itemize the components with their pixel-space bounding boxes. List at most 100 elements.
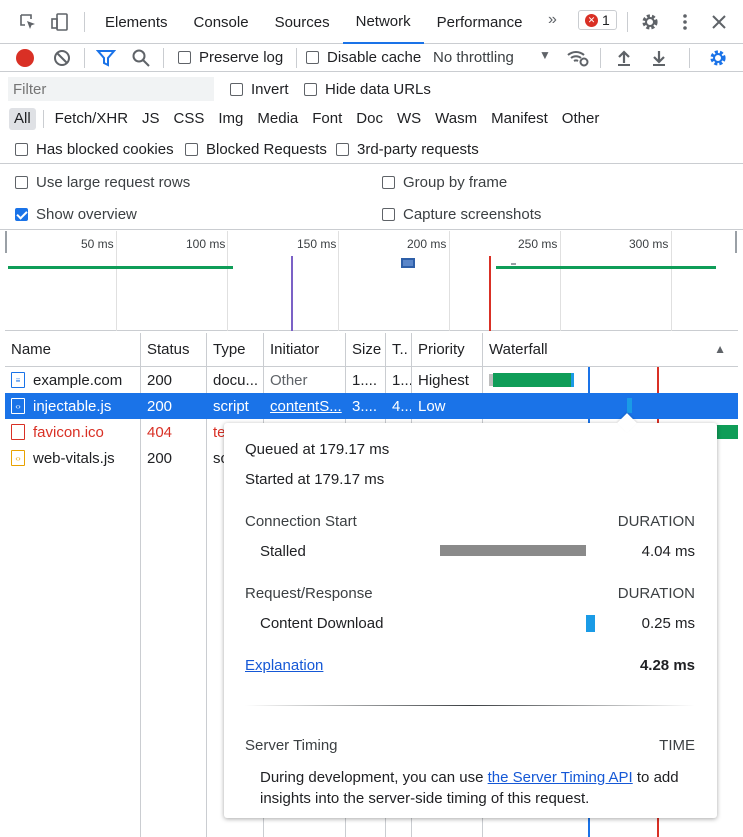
tab-network[interactable]: Network bbox=[342, 0, 424, 44]
checkbox[interactable] bbox=[15, 143, 28, 156]
separator bbox=[42, 110, 44, 128]
type-filter-font[interactable]: Font bbox=[307, 108, 347, 130]
explanation-link[interactable]: Explanation bbox=[245, 657, 323, 674]
tick-label: 300 ms bbox=[629, 237, 669, 251]
invert-checkbox[interactable]: Invert bbox=[230, 81, 289, 98]
type-filter-wasm[interactable]: Wasm bbox=[430, 108, 482, 130]
tab-elements[interactable]: Elements bbox=[92, 0, 181, 44]
started-at: Started at 179.17 ms bbox=[245, 471, 385, 488]
initiator-link[interactable]: contentS... bbox=[264, 393, 345, 419]
column-header-name[interactable]: Name bbox=[5, 333, 141, 367]
group-by-frame-checkbox[interactable]: Group by frame bbox=[382, 174, 507, 191]
checkbox-checked[interactable] bbox=[15, 208, 28, 221]
network-settings-gear-icon[interactable] bbox=[708, 48, 728, 72]
content-download-duration: 0.25 ms bbox=[641, 615, 695, 632]
initiator-cell: Other bbox=[270, 371, 308, 389]
settings-gear-icon[interactable] bbox=[636, 8, 664, 36]
type-filter-all[interactable]: All bbox=[9, 108, 36, 130]
checkbox[interactable] bbox=[178, 51, 191, 64]
throttling-select[interactable]: No throttling bbox=[433, 49, 514, 66]
type-filter-js[interactable]: JS bbox=[137, 108, 165, 130]
type-filter-fetch-xhr[interactable]: Fetch/XHR bbox=[50, 108, 133, 130]
type-filter-ws[interactable]: WS bbox=[392, 108, 426, 130]
error-count-badge[interactable]: ✕ 1 bbox=[578, 10, 617, 30]
large-rows-checkbox[interactable]: Use large request rows bbox=[15, 174, 190, 191]
column-header-initiator[interactable]: Initiator bbox=[264, 333, 346, 367]
overview-right-handle[interactable] bbox=[735, 231, 737, 253]
has-blocked-cookies-checkbox[interactable]: Has blocked cookies bbox=[15, 141, 174, 158]
type-filter-doc[interactable]: Doc bbox=[351, 108, 388, 130]
column-header-waterfall[interactable]: Waterfall ▲ bbox=[483, 333, 738, 367]
checkbox[interactable] bbox=[304, 83, 317, 96]
name-cell[interactable]: favicon.ico bbox=[5, 419, 140, 445]
more-options-icon[interactable] bbox=[671, 8, 699, 36]
column-header-type[interactable]: Type bbox=[207, 333, 264, 367]
inspect-element-icon[interactable] bbox=[14, 8, 42, 36]
filter-input[interactable] bbox=[8, 77, 214, 101]
load-event-line bbox=[489, 256, 491, 331]
chevron-down-icon[interactable]: ▼ bbox=[539, 48, 551, 62]
name-cell[interactable]: ≡ example.com bbox=[5, 367, 140, 393]
table-row[interactable]: ≡ example.com 200 docu... Other 1.... 1.… bbox=[5, 367, 738, 393]
column-header-size[interactable]: Size bbox=[346, 333, 386, 367]
separator bbox=[627, 12, 628, 32]
type-filter-media[interactable]: Media bbox=[252, 108, 303, 130]
network-conditions-icon[interactable] bbox=[566, 47, 590, 73]
clear-icon[interactable] bbox=[52, 48, 72, 72]
blocked-requests-checkbox[interactable]: Blocked Requests bbox=[185, 141, 327, 158]
server-timing-text: to add bbox=[632, 769, 679, 786]
column-header-priority[interactable]: Priority bbox=[412, 333, 483, 367]
preserve-log-checkbox[interactable]: Preserve log bbox=[178, 49, 283, 66]
export-har-icon[interactable] bbox=[649, 48, 669, 72]
content-download-label: Content Download bbox=[260, 615, 384, 632]
checkbox[interactable] bbox=[306, 51, 319, 64]
hide-data-urls-checkbox[interactable]: Hide data URLs bbox=[304, 81, 431, 98]
checkbox[interactable] bbox=[336, 143, 349, 156]
duration-heading: DURATION bbox=[617, 585, 695, 602]
capture-screenshots-checkbox[interactable]: Capture screenshots bbox=[382, 206, 541, 223]
stalled-bar bbox=[440, 545, 586, 556]
search-icon[interactable] bbox=[131, 48, 151, 72]
large-rows-label: Use large request rows bbox=[36, 174, 191, 191]
tab-performance[interactable]: Performance bbox=[424, 0, 536, 44]
network-overview[interactable]: 50 ms 100 ms 150 ms 200 ms 250 ms 300 ms bbox=[5, 231, 738, 331]
server-timing-api-link[interactable]: the Server Timing API bbox=[488, 769, 633, 786]
overview-left-handle[interactable] bbox=[5, 231, 7, 253]
grid-line bbox=[449, 231, 450, 331]
filter-icon[interactable] bbox=[95, 48, 117, 72]
third-party-requests-label: 3rd-party requests bbox=[357, 141, 479, 158]
name-cell[interactable]: ‹› web-vitals.js bbox=[5, 445, 140, 471]
dom-content-loaded-line bbox=[291, 256, 293, 331]
column-header-time[interactable]: T.. bbox=[386, 333, 412, 367]
document-file-icon: ≡ bbox=[11, 372, 25, 388]
import-har-icon[interactable] bbox=[614, 48, 634, 72]
waterfall-header-label: Waterfall bbox=[489, 341, 548, 358]
disable-cache-checkbox[interactable]: Disable cache bbox=[306, 49, 421, 66]
blocked-requests-label: Blocked Requests bbox=[206, 141, 327, 158]
tab-sources[interactable]: Sources bbox=[262, 0, 343, 44]
type-filter-css[interactable]: CSS bbox=[169, 108, 210, 130]
type-filter-other[interactable]: Other bbox=[557, 108, 605, 130]
show-overview-checkbox[interactable]: Show overview bbox=[15, 206, 137, 223]
type-filter-manifest[interactable]: Manifest bbox=[486, 108, 553, 130]
devtools-tabbar: Elements Console Sources Network Perform… bbox=[0, 0, 743, 44]
close-devtools-icon[interactable] bbox=[705, 8, 733, 36]
sort-ascending-icon[interactable]: ▲ bbox=[714, 342, 726, 356]
name-cell[interactable]: ‹› injectable.js bbox=[5, 393, 140, 419]
column-header-status[interactable]: Status bbox=[141, 333, 207, 367]
record-icon[interactable] bbox=[16, 49, 34, 67]
divider bbox=[245, 705, 695, 706]
checkbox[interactable] bbox=[382, 208, 395, 221]
script-file-icon: ‹› bbox=[11, 450, 25, 466]
more-tabs-icon[interactable]: » bbox=[548, 11, 557, 29]
preserve-log-label: Preserve log bbox=[199, 49, 284, 66]
checkbox[interactable] bbox=[185, 143, 198, 156]
priority-cell: Highest bbox=[418, 371, 469, 389]
checkbox[interactable] bbox=[230, 83, 243, 96]
type-filter-img[interactable]: Img bbox=[213, 108, 248, 130]
device-toolbar-icon[interactable] bbox=[46, 8, 74, 36]
third-party-requests-checkbox[interactable]: 3rd-party requests bbox=[336, 141, 479, 158]
tab-console[interactable]: Console bbox=[181, 0, 262, 44]
checkbox[interactable] bbox=[382, 176, 395, 189]
checkbox[interactable] bbox=[15, 176, 28, 189]
